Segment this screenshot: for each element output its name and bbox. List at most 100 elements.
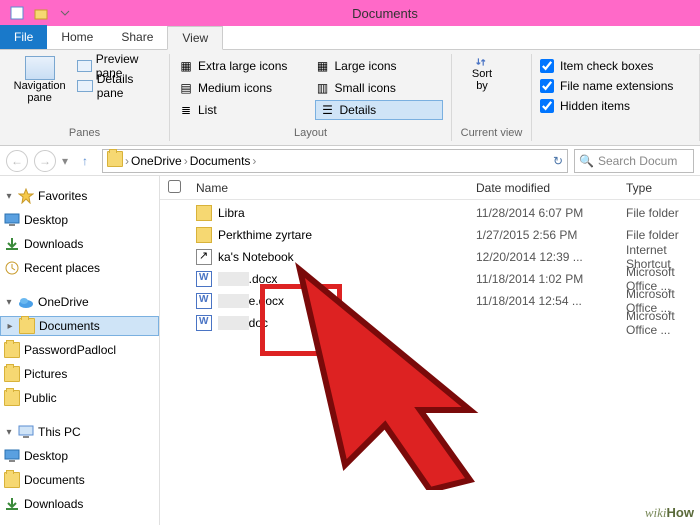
file-date: 1/27/2015 2:56 PM bbox=[476, 228, 626, 242]
layout-list[interactable]: ≣List bbox=[178, 100, 307, 120]
sidebar-item-favorites[interactable]: ▾Favorites bbox=[0, 186, 159, 206]
s-icons-icon: ▥ bbox=[315, 81, 331, 95]
file-row[interactable]: .docx11/18/2014 1:02 PMMicrosoft Office … bbox=[160, 268, 700, 290]
file-date: 11/18/2014 1:02 PM bbox=[476, 272, 626, 286]
navigation-pane-icon bbox=[25, 56, 55, 80]
nav-pane-label: Navigation pane bbox=[14, 80, 66, 104]
word-doc-icon bbox=[196, 293, 212, 309]
sidebar-item-desktop[interactable]: Desktop bbox=[0, 210, 159, 230]
file-name: e.docx bbox=[218, 294, 284, 308]
panes-group-label: Panes bbox=[69, 127, 100, 139]
current-view-label: Current view bbox=[461, 127, 523, 139]
col-date[interactable]: Date modified bbox=[476, 181, 626, 195]
file-name: Libra bbox=[218, 206, 245, 220]
file-ext-checkbox[interactable] bbox=[540, 79, 554, 93]
sidebar-item-documents[interactable]: ▸Documents bbox=[0, 316, 159, 336]
breadcrumb[interactable]: › OneDrive › Documents › ↻ bbox=[102, 149, 568, 173]
sidebar-item-pc-desktop[interactable]: Desktop bbox=[0, 446, 159, 466]
titlebar: Documents bbox=[0, 0, 700, 26]
layout-extra-large[interactable]: ▦Extra large icons bbox=[178, 56, 307, 76]
forward-button[interactable]: → bbox=[34, 150, 56, 172]
qa-dropdown-icon[interactable] bbox=[54, 3, 76, 23]
folder-icon bbox=[196, 205, 212, 221]
file-date: 11/18/2014 12:54 ... bbox=[476, 294, 626, 308]
sidebar-item-downloads[interactable]: Downloads bbox=[0, 234, 159, 254]
group-show-hide: Item check boxes File name extensions Hi… bbox=[532, 54, 700, 141]
desktop-icon bbox=[4, 448, 20, 464]
layout-small[interactable]: ▥Small icons bbox=[315, 78, 444, 98]
column-headers: Name Date modified Type bbox=[160, 176, 700, 200]
watermark: wikiHow bbox=[645, 505, 694, 521]
hidden-items[interactable]: Hidden items bbox=[540, 96, 691, 116]
history-dropdown-icon[interactable]: ▾ bbox=[62, 154, 68, 168]
search-placeholder: Search Docum bbox=[598, 154, 677, 168]
sidebar-item-pc-documents[interactable]: Documents bbox=[0, 470, 159, 490]
layout-large[interactable]: ▦Large icons bbox=[315, 56, 444, 76]
select-all-checkbox[interactable] bbox=[168, 180, 181, 193]
desktop-icon bbox=[4, 212, 20, 228]
back-button[interactable]: ← bbox=[6, 150, 28, 172]
file-list: Libra11/28/2014 6:07 PMFile folderPerkth… bbox=[160, 200, 700, 336]
folder-icon bbox=[4, 366, 20, 382]
sidebar-item-thispc[interactable]: ▾This PC bbox=[0, 422, 159, 442]
search-input[interactable]: 🔍 Search Docum bbox=[574, 149, 694, 173]
folder-icon bbox=[4, 390, 20, 406]
word-doc-icon bbox=[196, 271, 212, 287]
tab-file[interactable]: File bbox=[0, 25, 47, 49]
tab-view[interactable]: View bbox=[167, 26, 223, 50]
file-row[interactable]: Perkthime zyrtare 1/27/2015 2:56 PMFile f… bbox=[160, 224, 700, 246]
tab-share[interactable]: Share bbox=[107, 25, 167, 49]
file-name: Perkthime zyrtare bbox=[218, 228, 312, 242]
file-date: 12/20/2014 12:39 ... bbox=[476, 250, 626, 264]
group-panes: Navigation pane Preview pane Details pan… bbox=[0, 54, 170, 141]
details-pane-icon bbox=[77, 80, 92, 92]
layout-details[interactable]: ☰Details bbox=[315, 100, 444, 120]
sidebar-item-pictures[interactable]: Pictures bbox=[0, 364, 159, 384]
window-title: Documents bbox=[76, 6, 694, 21]
main: ▾Favorites Desktop Downloads Recent plac… bbox=[0, 176, 700, 525]
onedrive-icon bbox=[18, 294, 34, 310]
up-button[interactable]: ↑ bbox=[74, 150, 96, 172]
item-check-boxes-checkbox[interactable] bbox=[540, 59, 554, 73]
file-row[interactable]: ka's Notebook12/20/2014 12:39 ...Interne… bbox=[160, 246, 700, 268]
sort-icon bbox=[476, 56, 488, 68]
file-type: File folder bbox=[626, 228, 700, 242]
file-row[interactable]: doc Microsoft Office ... bbox=[160, 312, 700, 334]
folder-icon bbox=[19, 318, 35, 334]
refresh-icon[interactable]: ↻ bbox=[553, 154, 563, 168]
downloads-icon bbox=[4, 496, 20, 512]
col-type[interactable]: Type bbox=[626, 181, 700, 195]
qa-properties-icon[interactable] bbox=[6, 3, 28, 23]
details-icon: ☰ bbox=[320, 103, 336, 117]
file-date: 11/28/2014 6:07 PM bbox=[476, 206, 626, 220]
item-check-boxes[interactable]: Item check boxes bbox=[540, 56, 691, 76]
crumb-onedrive[interactable]: OneDrive bbox=[131, 154, 182, 168]
sidebar-item-public[interactable]: Public bbox=[0, 388, 159, 408]
file-row[interactable]: Libra11/28/2014 6:07 PMFile folder bbox=[160, 202, 700, 224]
file-row[interactable]: e.docx11/18/2014 12:54 ...Microsoft Offi… bbox=[160, 290, 700, 312]
folder-icon bbox=[4, 472, 20, 488]
hidden-items-checkbox[interactable] bbox=[540, 99, 554, 113]
preview-pane-icon bbox=[77, 60, 92, 72]
layout-medium[interactable]: ▤Medium icons bbox=[178, 78, 307, 98]
crumb-documents[interactable]: Documents bbox=[190, 154, 251, 168]
sort-by-button[interactable]: Sort by bbox=[460, 56, 504, 92]
folder-icon bbox=[107, 151, 123, 170]
qa-new-folder-icon[interactable] bbox=[30, 3, 52, 23]
sidebar-item-passwordpadlock[interactable]: PasswordPadlocl bbox=[0, 340, 159, 360]
file-name: doc bbox=[218, 316, 268, 330]
details-pane-button[interactable]: Details pane bbox=[77, 76, 161, 96]
sidebar-item-recent[interactable]: Recent places bbox=[0, 258, 159, 278]
file-name: ka's Notebook bbox=[218, 250, 294, 264]
sidebar-item-onedrive[interactable]: ▾OneDrive bbox=[0, 292, 159, 312]
file-name-extensions[interactable]: File name extensions bbox=[540, 76, 691, 96]
file-type: Microsoft Office ... bbox=[626, 309, 700, 337]
l-icons-icon: ▦ bbox=[315, 59, 331, 73]
sidebar-item-pc-downloads[interactable]: Downloads bbox=[0, 494, 159, 514]
tab-home[interactable]: Home bbox=[47, 25, 107, 49]
navigation-pane-button[interactable]: Navigation pane bbox=[8, 56, 71, 104]
col-name[interactable]: Name bbox=[196, 181, 476, 195]
group-current-view: Sort by Current view bbox=[452, 54, 532, 141]
word-doc-icon bbox=[196, 315, 212, 331]
folder-icon bbox=[4, 342, 20, 358]
